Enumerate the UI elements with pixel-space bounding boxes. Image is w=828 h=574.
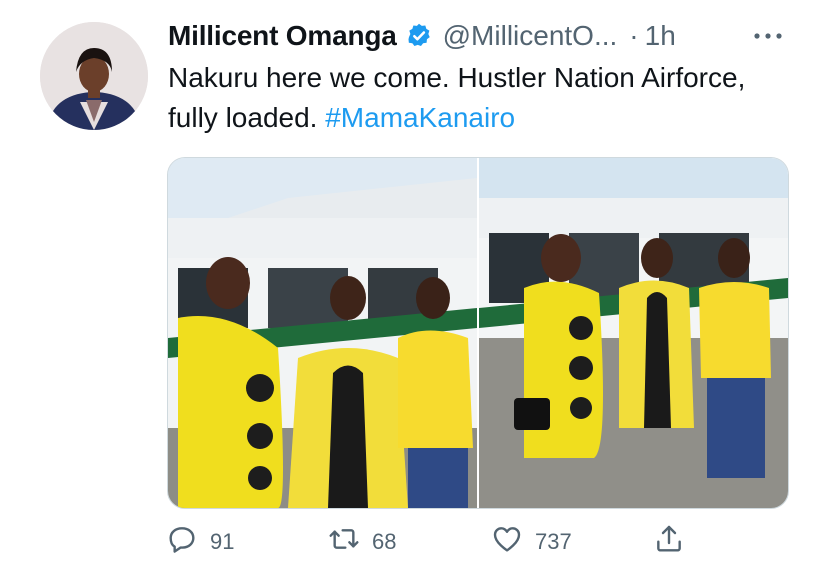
tweet-header: Millicent Omanga @MillicentO... · 1h: [168, 18, 676, 54]
tweet-media: [167, 157, 789, 509]
media-photo-left[interactable]: [168, 158, 477, 508]
more-icon[interactable]: [748, 20, 788, 52]
avatar-photo: [40, 22, 148, 130]
like-icon: [491, 523, 523, 561]
media-photo-right[interactable]: [479, 158, 788, 508]
reply-button[interactable]: 91: [166, 522, 234, 562]
like-count: 737: [535, 529, 572, 554]
share-button[interactable]: [653, 522, 685, 562]
separator-dot: ·: [629, 20, 639, 51]
author-handle[interactable]: @MillicentO...: [443, 20, 618, 52]
hashtag-link[interactable]: #MamaKanairo: [325, 102, 515, 133]
like-button[interactable]: 737: [491, 522, 572, 562]
tweet-actions: 91 68 737: [166, 522, 706, 562]
retweet-count: 68: [372, 529, 397, 554]
author-avatar[interactable]: [40, 22, 148, 130]
reply-icon: [166, 523, 198, 561]
retweet-icon: [328, 523, 360, 561]
tweet-text: Nakuru here we come. Hustler Nation Airf…: [168, 58, 788, 138]
tweet-timestamp[interactable]: 1h: [645, 20, 676, 52]
retweet-button[interactable]: 68: [328, 522, 396, 562]
verified-badge-icon: [405, 22, 433, 50]
share-icon: [653, 523, 685, 561]
reply-count: 91: [210, 529, 235, 554]
author-name[interactable]: Millicent Omanga: [168, 20, 397, 52]
